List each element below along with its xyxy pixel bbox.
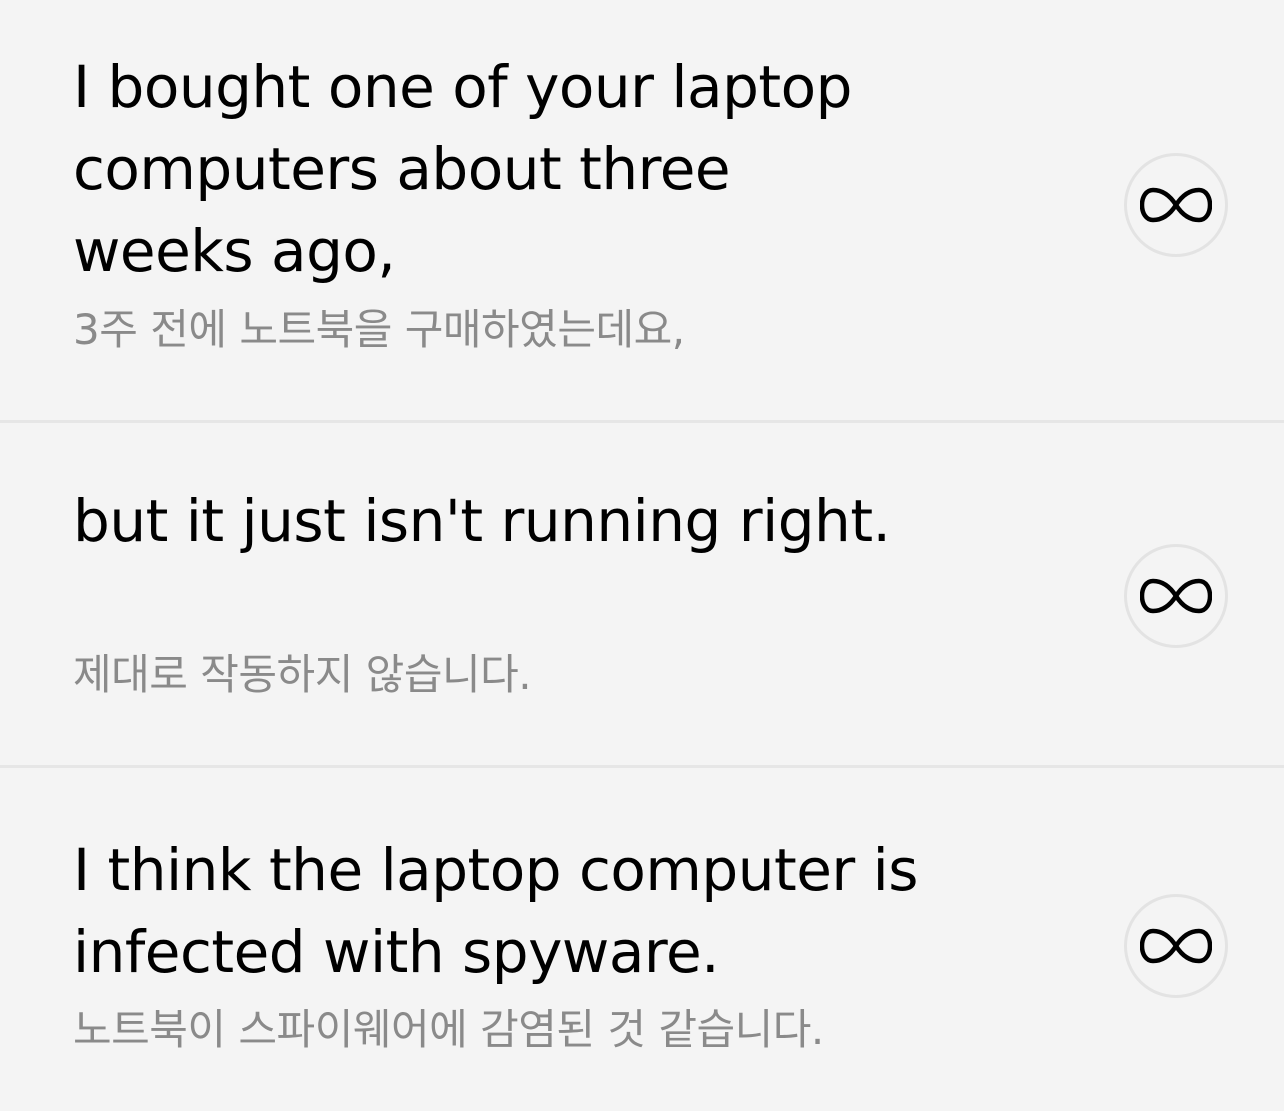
english-sentence: I bought one of your laptop computers ab… <box>73 53 852 285</box>
infinity-loop-icon <box>1140 187 1212 223</box>
repeat-loop-button[interactable] <box>1124 894 1228 998</box>
sentence-row[interactable]: but it just isn't running right. 제대로 작동하… <box>0 423 1284 768</box>
sentence-row[interactable]: I think the laptop computer is infected … <box>0 768 1284 1111</box>
repeat-loop-button[interactable] <box>1124 544 1228 648</box>
korean-translation: 노트북이 스파이웨어에 감염된 것 같습니다. <box>73 1005 824 1054</box>
sentence-list: I bought one of your laptop computers ab… <box>0 0 1284 1111</box>
infinity-loop-icon <box>1140 928 1212 964</box>
infinity-loop-icon <box>1140 578 1212 614</box>
english-sentence: I think the laptop computer is infected … <box>73 836 919 986</box>
english-sentence: but it just isn't running right. <box>73 487 891 555</box>
repeat-loop-button[interactable] <box>1124 153 1228 257</box>
sentence-row[interactable]: I bought one of your laptop computers ab… <box>0 0 1284 423</box>
korean-translation: 제대로 작동하지 않습니다. <box>73 650 532 699</box>
korean-translation: 3주 전에 노트북을 구매하였는데요, <box>73 305 685 354</box>
